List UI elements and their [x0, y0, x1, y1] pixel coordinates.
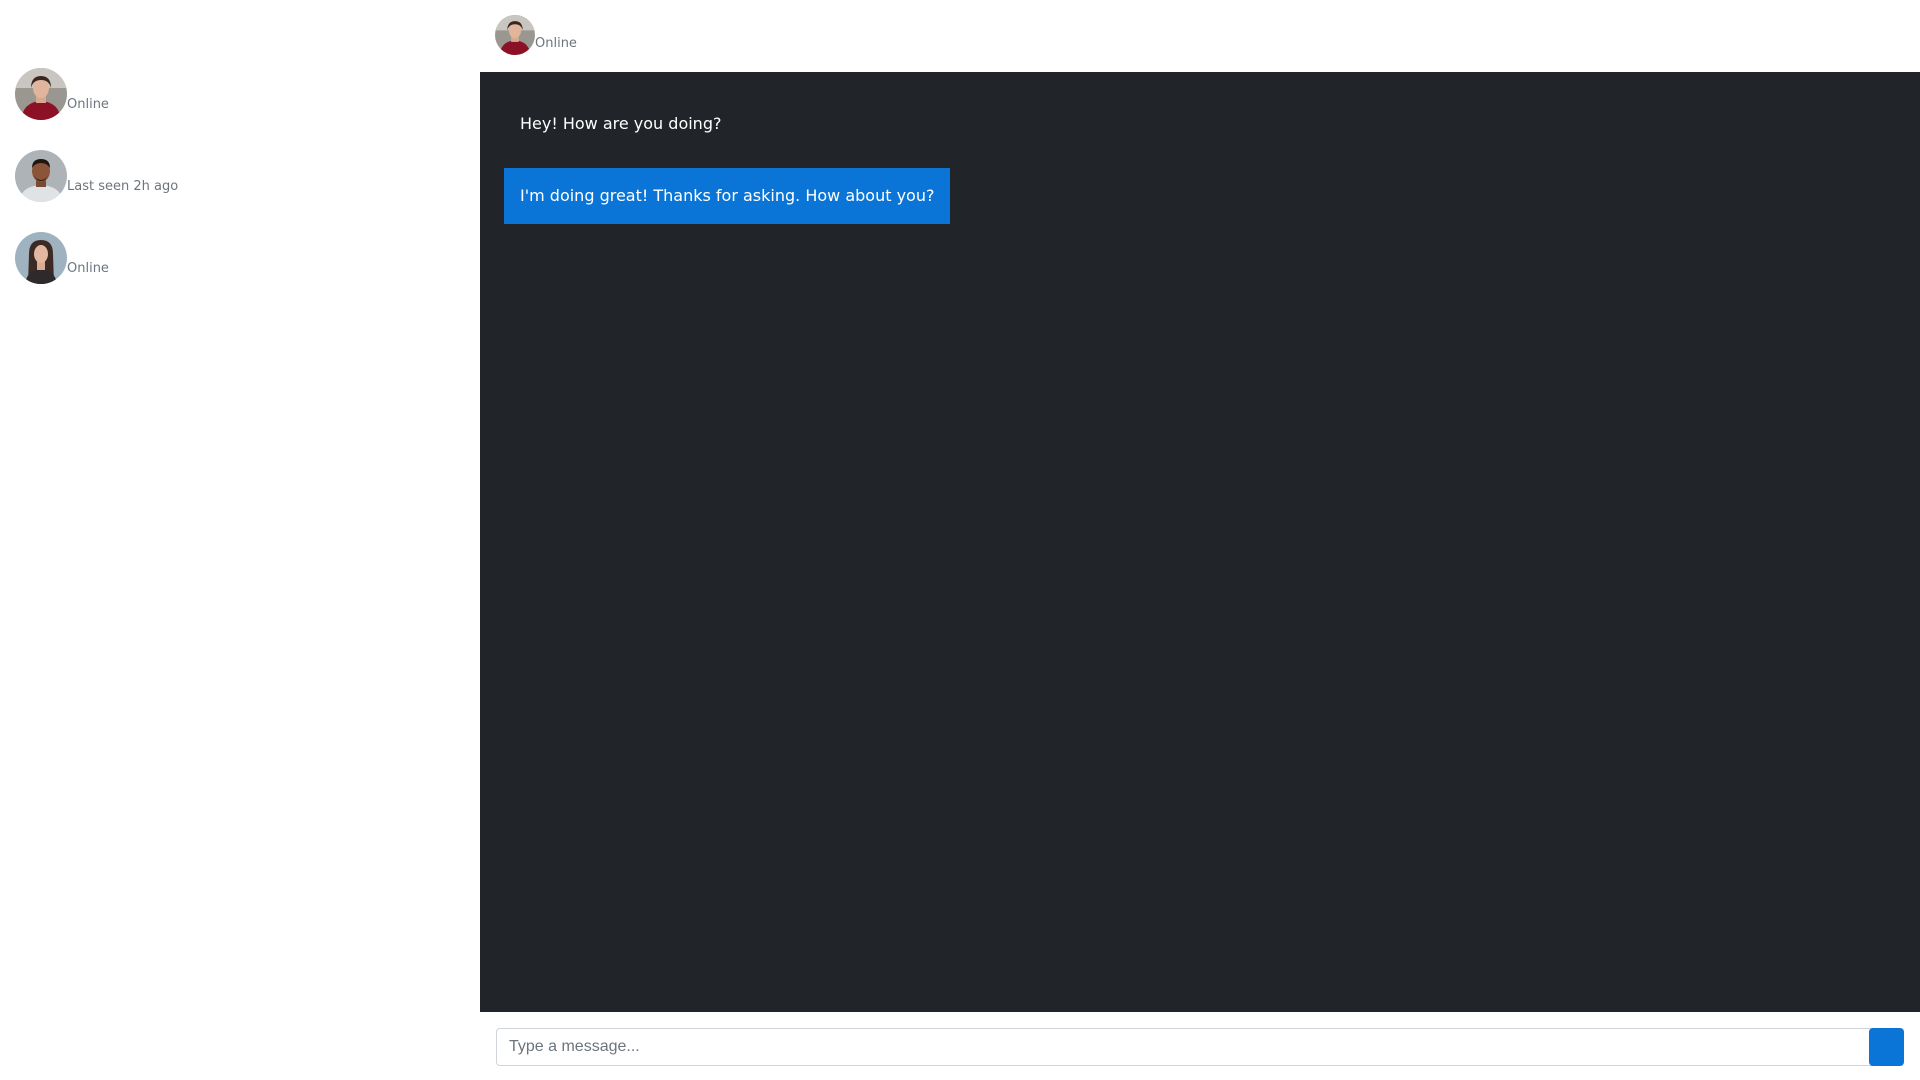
active-contact[interactable]: Online: [495, 15, 577, 55]
received-message: Hey! How are you doing?: [520, 114, 722, 133]
sent-message: I'm doing great! Thanks for asking. How …: [504, 168, 951, 224]
send-button[interactable]: [1869, 1028, 1904, 1066]
message-input[interactable]: [496, 1028, 1880, 1066]
avatar: [15, 232, 67, 284]
message-list: Hey! How are you doing? I'm doing great!…: [480, 72, 1920, 1012]
chat-app: Online Last seen 2h ago Online Online He…: [0, 0, 1920, 1080]
contact-status: Online: [67, 261, 109, 276]
avatar: [15, 150, 67, 202]
contact-item[interactable]: Last seen 2h ago: [15, 150, 178, 202]
avatar: [495, 15, 535, 55]
active-contact-status: Online: [535, 36, 577, 51]
contact-status: Online: [67, 97, 109, 112]
contact-item[interactable]: Online: [15, 68, 109, 120]
contact-item[interactable]: Online: [15, 232, 109, 284]
chat-header: Online: [480, 0, 1920, 72]
avatar: [15, 68, 67, 120]
message-composer: [480, 1012, 1920, 1080]
contact-status: Last seen 2h ago: [67, 179, 179, 194]
contact-sidebar: Online Last seen 2h ago Online: [0, 0, 480, 1080]
